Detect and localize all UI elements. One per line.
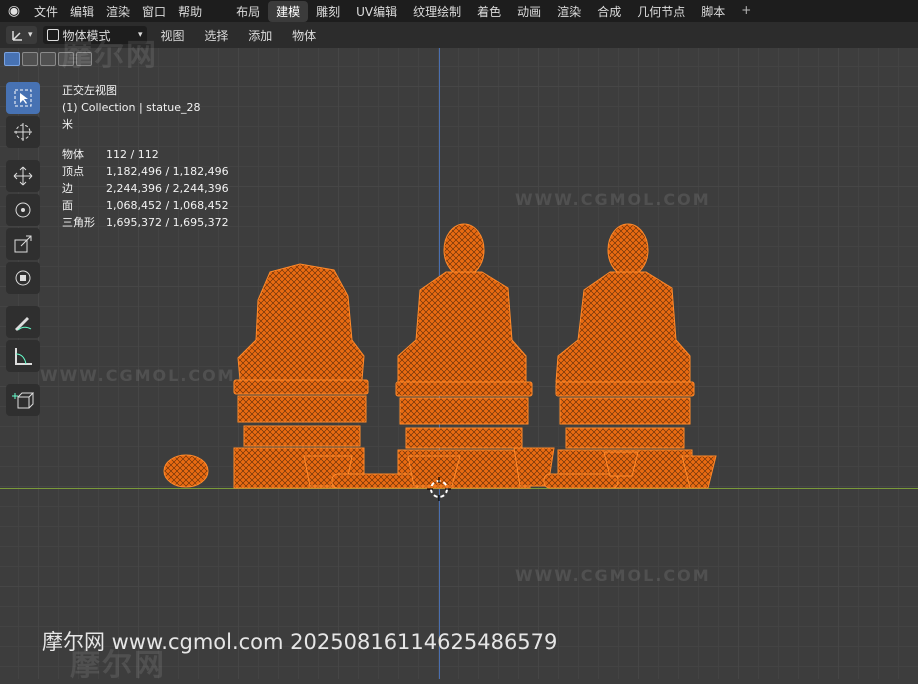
select-box-icon <box>14 89 32 107</box>
statue-2-base-mid <box>405 427 523 449</box>
statue-3-figure <box>555 271 691 383</box>
stat-value: 1,068,452 / 1,068,452 <box>106 199 229 212</box>
tool-shelf <box>6 82 40 416</box>
statue-1-plinth <box>233 379 369 395</box>
statue-3-base-mid <box>565 427 685 449</box>
stat-value: 112 / 112 <box>106 148 159 161</box>
stat-label: 顶点 <box>62 165 84 178</box>
3d-cursor-icon[interactable] <box>427 477 451 501</box>
transform-icon <box>15 270 31 286</box>
tool-add-cube[interactable] <box>6 384 40 416</box>
statue-2-plinth <box>395 381 533 397</box>
tool-rotate[interactable] <box>6 194 40 226</box>
add-cube-icon <box>12 392 34 409</box>
scale-icon <box>14 235 32 253</box>
stat-label: 面 <box>62 199 73 212</box>
stat-label: 三角形 <box>62 216 95 229</box>
stat-value: 1,182,496 / 1,182,496 <box>106 165 229 178</box>
statue-1-base-top <box>237 395 367 423</box>
move-icon <box>13 166 33 186</box>
statue-2-base-top <box>399 397 529 425</box>
stat-row: 顶点 1,182,496 / 1,182,496 <box>62 163 229 180</box>
measure-icon <box>15 348 32 365</box>
offering-fruit <box>163 454 209 488</box>
footer-watermark: 摩尔网 www.cgmol.com 20250816114625486579 <box>42 630 558 654</box>
viewport-info: 正交左视图 (1) Collection | statue_28 米 <box>62 82 201 133</box>
statue-3-base-top <box>559 397 691 425</box>
stat-row: 边 2,244,396 / 2,244,396 <box>62 180 229 197</box>
statue-3-plinth <box>555 381 695 397</box>
view-name: 正交左视图 <box>62 84 117 97</box>
statue-3-head <box>607 223 649 277</box>
stat-row: 物体 112 / 112 <box>62 146 229 163</box>
statue-1-figure <box>237 263 365 381</box>
statue-2-figure <box>397 271 527 383</box>
cursor-icon <box>14 123 32 141</box>
statue-1-base-mid <box>243 425 361 447</box>
scene-statistics: 物体 112 / 112 顶点 1,182,496 / 1,182,496 边 2,2… <box>62 146 229 231</box>
tool-annotate[interactable] <box>6 306 40 338</box>
rotate-icon <box>15 202 31 218</box>
tool-transform[interactable] <box>6 262 40 294</box>
offering-tray-1 <box>331 473 421 489</box>
tool-measure[interactable] <box>6 340 40 372</box>
stat-label: 物体 <box>62 148 84 161</box>
units-label: 米 <box>62 118 73 131</box>
stat-row: 面 1,068,452 / 1,068,452 <box>62 197 229 214</box>
collection-label: (1) Collection | statue_28 <box>62 101 201 114</box>
offering-tray-2 <box>543 473 619 489</box>
stat-value: 2,244,396 / 2,244,396 <box>106 182 229 195</box>
tool-move[interactable] <box>6 160 40 192</box>
stat-value: 1,695,372 / 1,695,372 <box>106 216 229 229</box>
tool-scale[interactable] <box>6 228 40 260</box>
tool-select-box[interactable] <box>6 82 40 114</box>
incense-burner-3 <box>603 451 639 477</box>
stat-row: 三角形 1,695,372 / 1,695,372 <box>62 214 229 231</box>
annotate-icon <box>15 317 32 331</box>
tool-cursor[interactable] <box>6 116 40 148</box>
statue-2-head <box>443 223 485 277</box>
stat-label: 边 <box>62 182 73 195</box>
